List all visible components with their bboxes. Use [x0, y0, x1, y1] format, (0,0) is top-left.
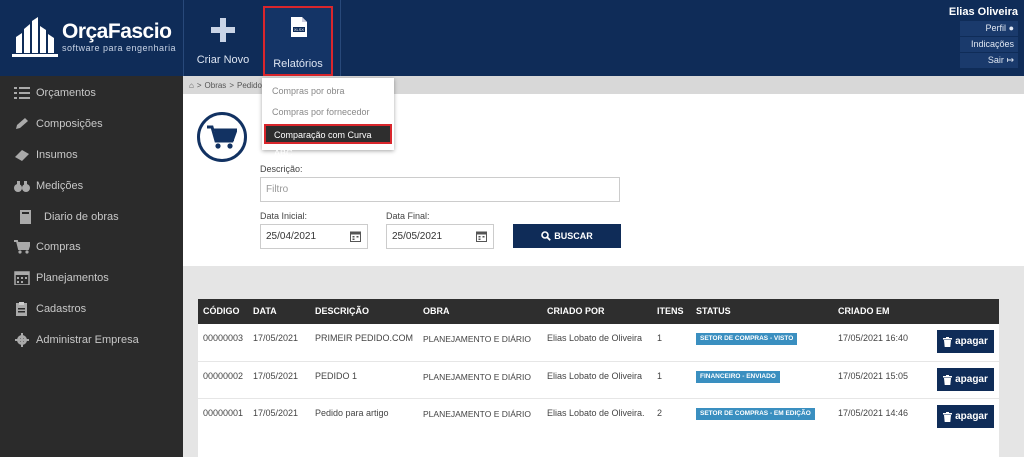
menu-item-comparacao-curva-abc[interactable]: Comparação com Curva ABC — [264, 124, 392, 158]
sidebar-item-medicoes[interactable]: Medições — [0, 171, 183, 201]
sidebar-item-diario[interactable]: Diario de obras — [0, 202, 183, 232]
trash-icon — [943, 374, 953, 385]
status-badge: SETOR DE COMPRAS - EM EDIÇÃO — [696, 408, 815, 420]
calendar-icon[interactable] — [476, 231, 487, 242]
create-new-button[interactable]: Criar Novo — [190, 0, 256, 76]
status-badge: FINANCEIRO - ENVIADO — [696, 371, 780, 383]
sidebar-item-label: Medições — [36, 180, 84, 192]
brand-tagline: software para engenharia — [62, 43, 177, 53]
svg-text:XLSX: XLSX — [294, 27, 305, 32]
sidebar-item-label: Diario de obras — [44, 211, 119, 223]
start-date-label: Data Inicial: — [260, 211, 308, 221]
create-new-label: Criar Novo — [196, 54, 250, 66]
profile-link[interactable]: Perfil ● — [960, 21, 1018, 36]
sidebar: Orçamentos Composições Insumos Medições … — [0, 76, 183, 457]
sidebar-item-label: Cadastros — [36, 303, 87, 315]
orders-table: CÓDIGO DATA DESCRIÇÃO OBRA CRIADO POR IT… — [198, 299, 999, 457]
menu-item-compras-por-fornecedor[interactable]: Compras por fornecedor — [262, 102, 394, 122]
start-date-input[interactable]: 25/04/2021 — [260, 224, 368, 249]
plus-icon — [211, 18, 235, 42]
binoculars-icon — [14, 179, 30, 193]
col-itens[interactable]: ITENS — [657, 299, 684, 324]
breadcrumb-obras[interactable]: Obras — [205, 81, 227, 90]
status-badge: SETOR DE COMPRAS - VISTO — [696, 333, 798, 345]
logo-icon — [12, 17, 58, 57]
end-date-input[interactable]: 25/05/2021 — [386, 224, 494, 249]
col-obra[interactable]: OBRA — [423, 299, 450, 324]
home-icon[interactable]: ⌂ — [189, 81, 194, 90]
calendar-icon[interactable] — [350, 231, 361, 242]
col-descricao[interactable]: DESCRIÇÃO — [315, 299, 369, 324]
col-data[interactable]: DATA — [253, 299, 277, 324]
referrals-link[interactable]: Indicações — [960, 37, 1018, 52]
end-date-label: Data Final: — [386, 211, 430, 221]
sidebar-item-label: Planejamentos — [36, 272, 109, 284]
brand-name: OrçaFascio — [62, 20, 172, 43]
sidebar-item-label: Insumos — [36, 149, 78, 161]
list-icon — [14, 86, 30, 100]
sidebar-item-orcamentos[interactable]: Orçamentos — [0, 78, 183, 108]
sidebar-item-cadastros[interactable]: Cadastros — [0, 294, 183, 324]
user-name: Elias Oliveira — [948, 6, 1018, 18]
delete-button[interactable]: apagar — [937, 330, 994, 353]
sidebar-item-label: Compras — [36, 241, 81, 253]
cart-icon — [14, 240, 32, 254]
reports-button[interactable]: XLSX Relatórios — [263, 6, 333, 76]
delete-button[interactable]: apagar — [937, 405, 994, 428]
sidebar-item-composicoes[interactable]: Composições — [0, 109, 183, 139]
col-status[interactable]: STATUS — [696, 299, 731, 324]
sidebar-item-administrar-empresa[interactable]: Administrar Empresa — [0, 325, 183, 355]
pencil-icon — [14, 117, 30, 131]
eraser-icon — [14, 148, 30, 162]
col-criado-em[interactable]: CRIADO EM — [838, 299, 890, 324]
cart-icon — [207, 125, 237, 149]
clipboard-icon — [14, 302, 30, 316]
top-bar: OrçaFascio software para engenharia Cria… — [0, 0, 1024, 76]
sidebar-item-label: Orçamentos — [36, 87, 96, 99]
reports-dropdown: Compras por obra Compras por fornecedor … — [262, 78, 394, 158]
reports-label: Relatórios — [273, 58, 323, 70]
brand-logo[interactable]: OrçaFascio software para engenharia — [12, 14, 182, 60]
delete-button[interactable]: apagar — [937, 368, 994, 391]
logout-icon: ↦ — [1006, 55, 1014, 65]
col-codigo[interactable]: CÓDIGO — [203, 299, 240, 324]
trash-icon — [943, 411, 953, 422]
cart-badge — [197, 112, 247, 162]
description-input[interactable]: Filtro — [260, 177, 620, 202]
description-label: Descrição: — [260, 164, 303, 174]
book-icon — [18, 210, 34, 224]
trash-icon — [943, 336, 953, 347]
table-header: CÓDIGO DATA DESCRIÇÃO OBRA CRIADO POR IT… — [198, 299, 999, 324]
search-icon — [541, 231, 552, 241]
menu-item-compras-por-obra[interactable]: Compras por obra — [262, 81, 394, 101]
search-button[interactable]: BUSCAR — [513, 224, 621, 248]
sidebar-item-label: Composições — [36, 118, 103, 130]
col-criado-por[interactable]: CRIADO POR — [547, 299, 605, 324]
sidebar-item-planejamentos[interactable]: Planejamentos — [0, 263, 183, 293]
user-menu: Elias Oliveira Perfil ● Indicações Sair … — [949, 6, 1018, 68]
xlsx-file-icon: XLSX — [291, 17, 307, 37]
logout-link[interactable]: Sair ↦ — [960, 53, 1018, 68]
sidebar-item-label: Administrar Empresa — [36, 334, 139, 346]
sidebar-item-compras[interactable]: Compras — [0, 232, 183, 262]
user-icon: ● — [1008, 23, 1014, 33]
calendar-icon — [14, 271, 30, 286]
sidebar-item-insumos[interactable]: Insumos — [0, 140, 183, 170]
gear-icon — [14, 333, 30, 347]
